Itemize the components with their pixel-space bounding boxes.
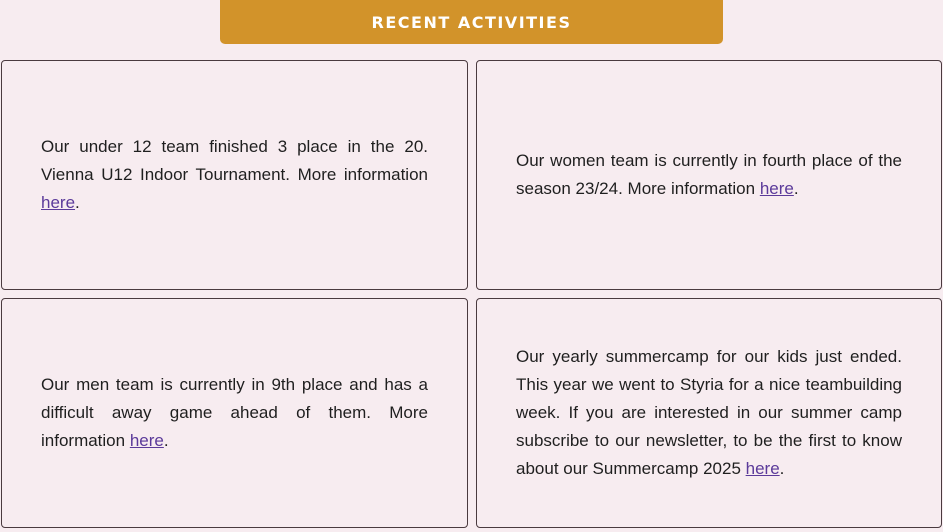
activity-description: Our women team is currently in fourth pl… [516, 151, 902, 198]
section-header-bar: RECENT ACTIVITIES [220, 0, 723, 44]
activity-card-summercamp: Our yearly summercamp for our kids just … [476, 298, 942, 528]
activity-description: Our yearly summercamp for our kids just … [516, 347, 902, 478]
activity-card-text: Our men team is currently in 9th place a… [41, 371, 428, 455]
activity-card-text: Our yearly summercamp for our kids just … [516, 343, 902, 483]
activity-suffix: . [793, 179, 799, 198]
more-info-link[interactable]: here [760, 179, 794, 198]
activity-suffix: . [75, 193, 80, 212]
section-title: RECENT ACTIVITIES [371, 12, 572, 32]
activity-description: Our under 12 team finished 3 place in th… [41, 137, 428, 184]
activity-suffix: . [779, 459, 785, 478]
activity-card-text: Our under 12 team finished 3 place in th… [41, 133, 428, 217]
activity-card-men: Our men team is currently in 9th place a… [1, 298, 468, 528]
newsletter-link[interactable]: here [746, 459, 780, 478]
activity-suffix: . [163, 431, 169, 450]
activity-description: Our men team is currently in 9th place a… [41, 375, 428, 450]
activity-card-text: Our women team is currently in fourth pl… [516, 147, 902, 203]
activity-card-u12: Our under 12 team finished 3 place in th… [1, 60, 468, 290]
more-info-link[interactable]: here [130, 431, 164, 450]
more-info-link[interactable]: here [41, 193, 75, 212]
activity-card-women: Our women team is currently in fourth pl… [476, 60, 942, 290]
